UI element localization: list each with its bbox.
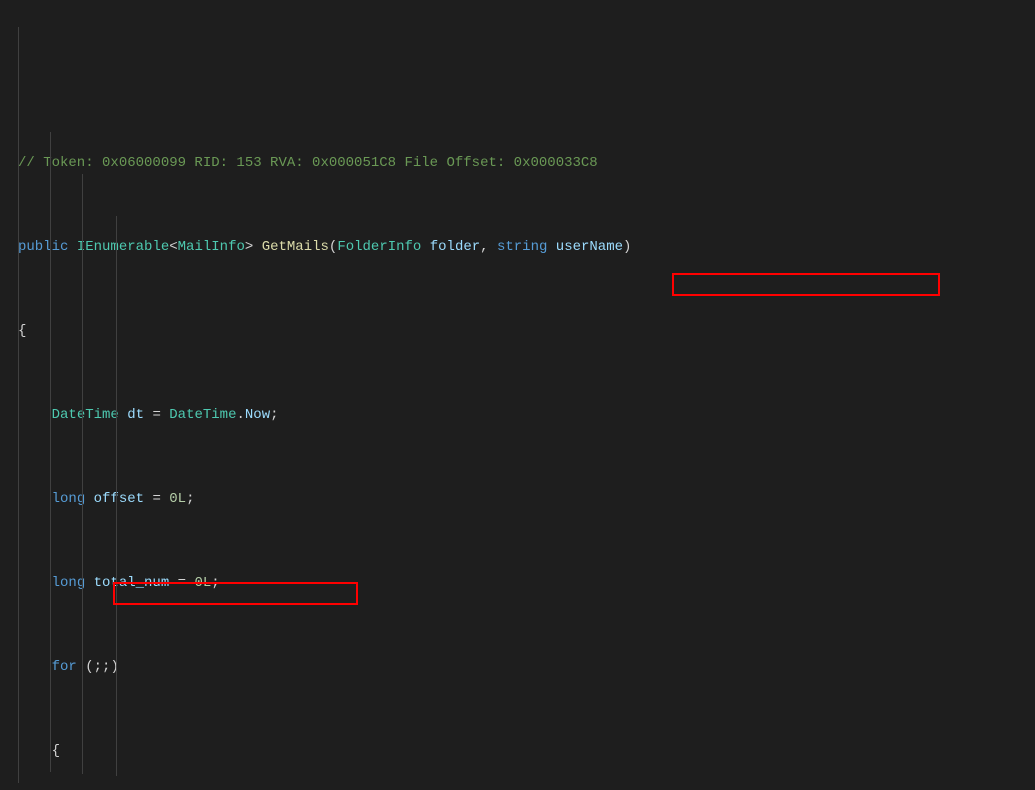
comment-token: // Token: 0x06000099 RID: 153 RVA: 0x000… bbox=[18, 155, 598, 171]
highlight-taipei-time bbox=[672, 273, 940, 296]
code-line: for (;;) bbox=[18, 657, 1035, 678]
code-line: { bbox=[18, 321, 1035, 342]
code-line: // Token: 0x06000099 RID: 153 RVA: 0x000… bbox=[18, 153, 1035, 174]
code-line: public IEnumerable<MailInfo> GetMails(Fo… bbox=[18, 237, 1035, 258]
method-name: GetMails bbox=[262, 239, 329, 255]
code-editor-viewport[interactable]: // Token: 0x06000099 RID: 153 RVA: 0x000… bbox=[0, 0, 1035, 790]
code-line: long total_num = 0L; bbox=[18, 573, 1035, 594]
code-line: { bbox=[18, 741, 1035, 762]
code-line: long offset = 0L; bbox=[18, 489, 1035, 510]
code-line: DateTime dt = DateTime.Now; bbox=[18, 405, 1035, 426]
